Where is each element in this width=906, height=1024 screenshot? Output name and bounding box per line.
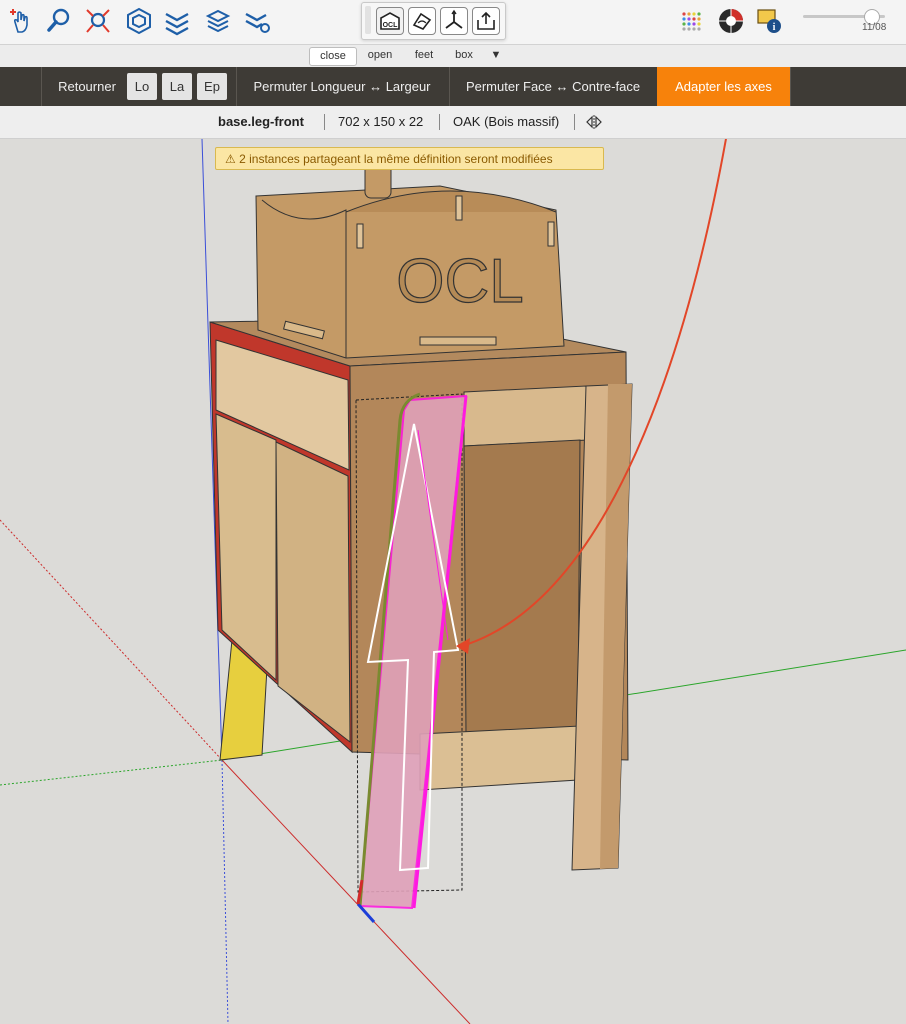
- mirror-icon[interactable]: [585, 114, 605, 130]
- tabs-more-button[interactable]: ▼: [485, 47, 507, 64]
- thickness-chip[interactable]: Ep: [197, 73, 227, 100]
- bottom-rail[interactable]: [419, 725, 581, 791]
- tab-box[interactable]: box: [447, 47, 481, 64]
- nav-separator: [41, 67, 42, 106]
- left-door[interactable]: [215, 413, 277, 682]
- tab-close[interactable]: close: [309, 47, 357, 66]
- material-icon[interactable]: [408, 7, 436, 35]
- length-chip[interactable]: Lo: [127, 73, 157, 100]
- globe-icon[interactable]: [716, 6, 746, 36]
- model-viewport[interactable]: OCL: [0, 139, 906, 1024]
- red-axis: [221, 759, 471, 1024]
- part-material: OAK (Bois massif): [453, 114, 560, 129]
- info-separator: [574, 114, 575, 130]
- front-panel[interactable]: [463, 439, 581, 735]
- layers-icon[interactable]: [162, 6, 192, 36]
- box-slot: [455, 195, 463, 221]
- info-separator: [324, 114, 325, 130]
- info-book-icon[interactable]: i: [755, 6, 785, 36]
- box-slot: [419, 336, 497, 346]
- info-separator: [439, 114, 440, 130]
- ocl-logo-text: OCL: [383, 22, 399, 29]
- ocl-logo-icon[interactable]: OCL: [376, 7, 404, 35]
- swap-face-button[interactable]: Permuter Face ↔ Contre-face: [450, 67, 656, 106]
- drag-handle[interactable]: [365, 6, 371, 34]
- time-slider[interactable]: [803, 9, 885, 25]
- axes-icon[interactable]: [440, 7, 468, 35]
- main-toolbar: OCL i 11/08: [0, 0, 906, 45]
- part-info-bar: base.leg-front 702 x 150 x 22 OAK (Bois …: [0, 106, 906, 139]
- blue-axis-dotted: [221, 759, 229, 1024]
- warning-banner: ⚠ 2 instances partageant la même définit…: [215, 147, 604, 170]
- swap-length-width-button[interactable]: Permuter Longueur ↔ Largeur: [237, 67, 447, 106]
- component-icon[interactable]: [124, 6, 154, 36]
- box-slot: [547, 221, 555, 247]
- ocl-action-bar: Retourner Lo La Ep Permuter Longueur ↔ L…: [0, 67, 906, 106]
- zoom-extents-icon[interactable]: [83, 6, 113, 36]
- green-axis-dotted: [0, 759, 223, 786]
- part-size: 702 x 150 x 22: [338, 114, 424, 129]
- back-button[interactable]: Retourner: [48, 67, 126, 106]
- box-slot: [356, 223, 364, 249]
- right-door[interactable]: [275, 441, 351, 744]
- date-label: 11/08: [862, 22, 887, 33]
- ocl-toolbar: OCL: [361, 2, 506, 40]
- top-rail[interactable]: [463, 385, 589, 447]
- stack-icon[interactable]: [203, 6, 233, 36]
- export-icon[interactable]: [472, 7, 500, 35]
- width-chip[interactable]: La: [162, 73, 192, 100]
- red-axis-dotted: [0, 519, 223, 761]
- tab-open[interactable]: open: [361, 47, 399, 64]
- tab-feet[interactable]: feet: [405, 47, 443, 64]
- settings-layers-icon[interactable]: [242, 6, 272, 36]
- box-ocl-label: OCL: [396, 247, 523, 316]
- fit-axes-button[interactable]: Adapter les axes: [657, 67, 790, 106]
- svg-text:i: i: [773, 22, 776, 33]
- color-grid-icon[interactable]: [676, 6, 706, 36]
- scene-tabs: close open feet box ▼: [0, 45, 906, 67]
- nav-separator: [790, 67, 791, 106]
- zoom-icon[interactable]: [44, 6, 74, 36]
- part-name: base.leg-front: [218, 114, 304, 129]
- select-hand-icon[interactable]: [6, 6, 36, 36]
